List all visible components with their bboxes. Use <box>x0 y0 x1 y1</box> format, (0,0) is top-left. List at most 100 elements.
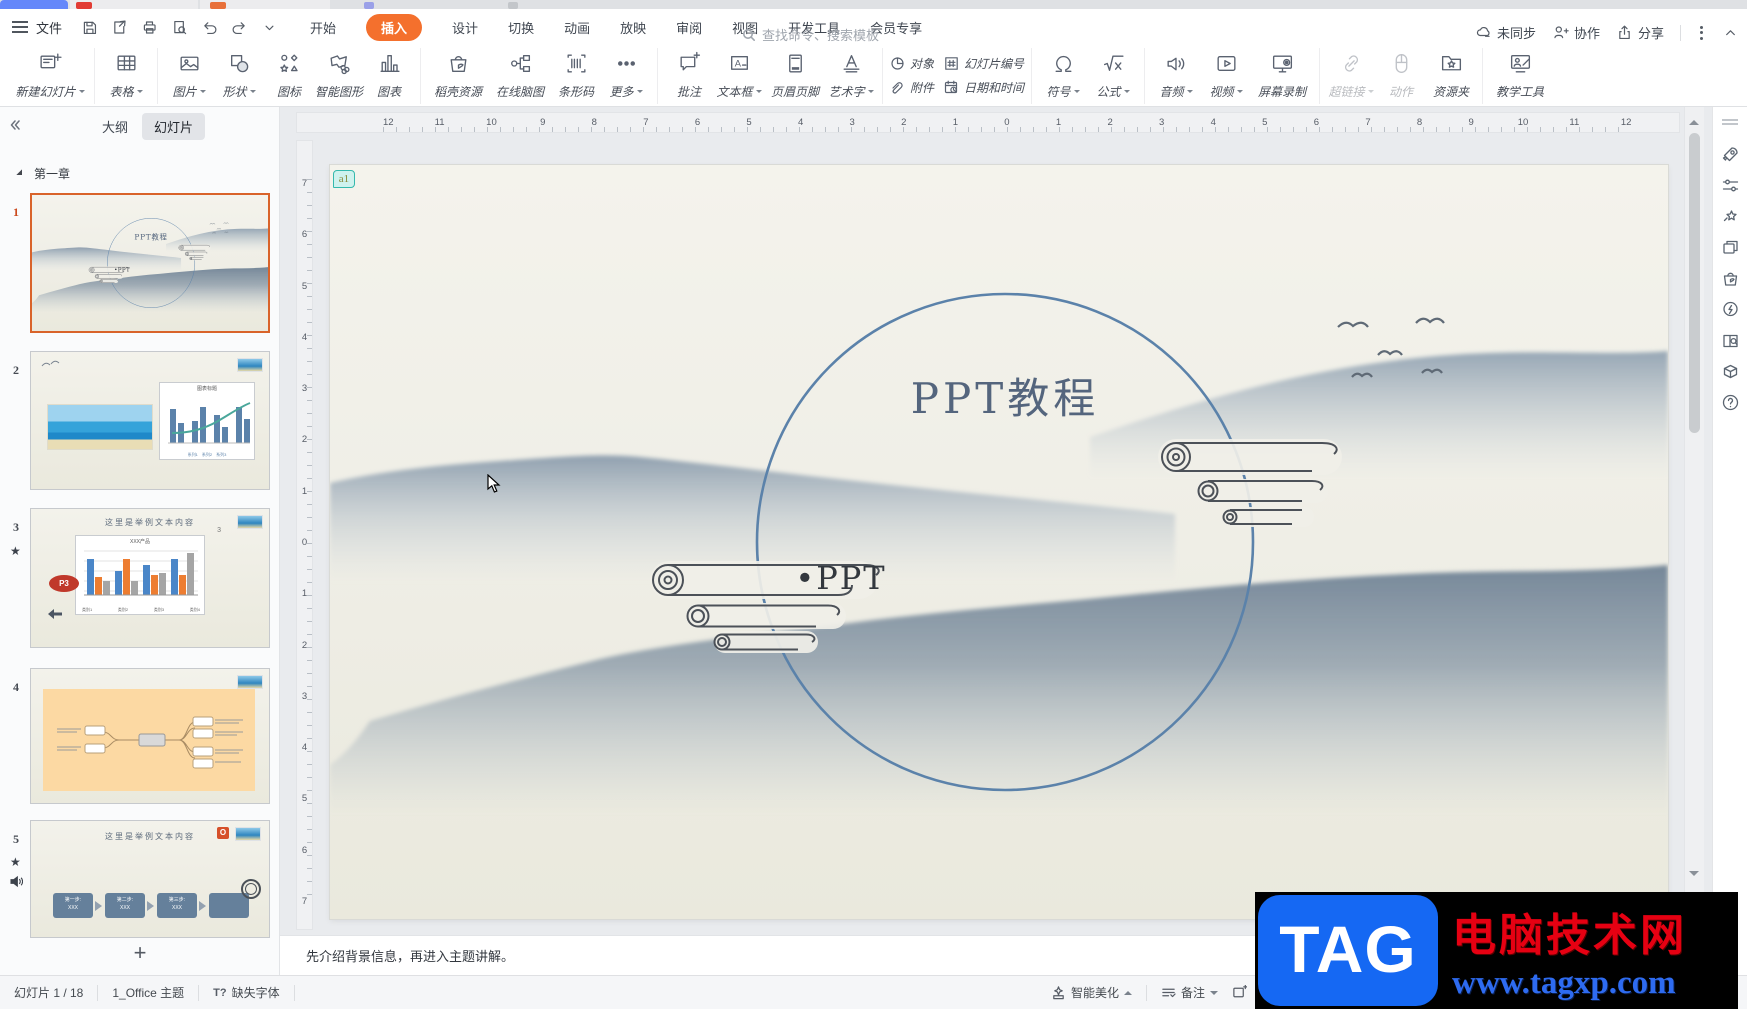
add-slide-button[interactable]: + <box>118 939 162 969</box>
slide-number: 1 <box>13 205 19 219</box>
sidebar-drag-handle[interactable] <box>1722 119 1738 125</box>
horizontal-ruler[interactable]: 12 11 10 9 8 7 6 5 4 3 2 1 0 1 2 3 4 5 6 7 8 9 10 11 12 <box>296 112 1680 133</box>
slide-number: 5 <box>13 832 19 846</box>
slide-canvas[interactable]: a1 <box>330 165 1668 919</box>
header-footer-button[interactable]: 页眉页脚 <box>765 49 825 103</box>
action-button[interactable]: 动作 <box>1377 49 1425 103</box>
theme-name[interactable]: 1_Office 主题 <box>112 984 184 1001</box>
docer-panel-button[interactable] <box>1721 269 1740 288</box>
slide-layout-button[interactable] <box>1721 238 1740 257</box>
animation-star-icon: ★ <box>10 544 21 558</box>
command-search[interactable]: 查找命令、搜索模板 <box>742 25 879 44</box>
undo-icon <box>203 21 216 34</box>
table-icon <box>114 51 139 81</box>
scroll-down-icon[interactable] <box>1689 871 1699 881</box>
folder-star-icon <box>1439 51 1464 81</box>
save-button[interactable] <box>76 15 102 39</box>
picture-button[interactable]: 图片 <box>165 49 213 103</box>
smart-beautify-button[interactable]: 智能美化 <box>1051 984 1132 1001</box>
tab-outline[interactable]: 大纲 <box>90 113 140 140</box>
new-note-button[interactable] <box>1232 985 1247 1000</box>
symbol-button[interactable]: 符号 <box>1039 49 1087 103</box>
share-icon <box>1619 25 1630 40</box>
more-insert-button[interactable]: 更多 <box>602 49 650 103</box>
material-box-button[interactable] <box>1721 362 1740 381</box>
tab-insert[interactable]: 插入 <box>366 13 423 41</box>
section-header[interactable]: 第一章 <box>16 165 70 182</box>
slide-thumbnail-4[interactable] <box>30 668 270 804</box>
sync-status-button[interactable]: 未同步 <box>1475 23 1536 42</box>
wordart-button[interactable]: 艺术字 <box>827 49 875 103</box>
barcode-button[interactable]: 条形码 <box>552 49 600 103</box>
video-button[interactable]: 视频 <box>1202 49 1250 103</box>
shapes-button[interactable]: 形状 <box>215 49 263 103</box>
undo-button[interactable] <box>196 15 222 39</box>
chart-icon <box>377 51 402 81</box>
resource-folder-button[interactable]: 资源夹 <box>1427 49 1475 103</box>
collapse-panel-button[interactable] <box>8 118 22 135</box>
hyperlink-button[interactable]: 超链接 <box>1327 49 1375 103</box>
window-tab-strip <box>0 0 1747 9</box>
one-key-beautify-button[interactable] <box>1721 207 1740 226</box>
scroll-up-icon[interactable] <box>1689 115 1699 125</box>
missing-font-button[interactable]: T? 缺失字体 <box>213 984 279 1001</box>
slide-thumbnail-2[interactable]: 图表标题 系列1 系列2 系列3 <box>30 351 270 490</box>
object-properties-button[interactable] <box>1721 176 1740 195</box>
scrollbar-thumb[interactable] <box>1689 133 1700 433</box>
new-slide-button[interactable]: 新建幻灯片 <box>13 49 87 103</box>
audio-button[interactable]: 音频 <box>1152 49 1200 103</box>
online-mindmap-button[interactable]: 在线脑图 <box>490 49 550 103</box>
tab-design[interactable]: 设计 <box>452 18 478 37</box>
lightbulb-flash-icon <box>1723 301 1738 317</box>
insert-object-button[interactable]: 对象 <box>890 55 934 72</box>
more-options-button[interactable] <box>1697 25 1706 40</box>
chart-button[interactable]: 图表 <box>365 49 413 103</box>
tab-home[interactable]: 开始 <box>310 18 336 37</box>
textbox-button[interactable]: A 文本框 <box>715 49 763 103</box>
notes-toggle-button[interactable]: 备注 <box>1161 984 1218 1001</box>
screen-record-button[interactable]: 屏幕录制 <box>1252 49 1312 103</box>
watermark-site-name: 电脑技术网 <box>1452 911 1687 960</box>
smartart-button[interactable]: 智能图形 <box>315 49 363 103</box>
redo-button[interactable] <box>226 15 252 39</box>
collapse-ribbon-button[interactable] <box>1722 24 1739 41</box>
tab-transition[interactable]: 切换 <box>508 18 534 37</box>
slide-thumbnail-1[interactable] <box>30 193 270 333</box>
comment-button[interactable]: 批注 <box>665 49 713 103</box>
print-preview-button[interactable] <box>166 15 192 39</box>
tab-review[interactable]: 审阅 <box>676 18 702 37</box>
export-icon <box>113 20 126 34</box>
audio-comment-badge[interactable]: a1 <box>333 170 355 188</box>
slide-number-button[interactable]: 幻灯片编号 <box>944 55 1024 72</box>
wordart-icon <box>839 51 864 81</box>
file-menu[interactable]: 文件 <box>36 18 62 37</box>
print-button[interactable] <box>136 15 162 39</box>
teaching-tools-button[interactable]: 教学工具 <box>1490 49 1550 103</box>
window-tab-home[interactable] <box>0 0 68 9</box>
collaborate-button[interactable]: 协作 <box>1552 23 1600 42</box>
vertical-scrollbar[interactable] <box>1684 107 1704 935</box>
date-time-button[interactable]: 日期和时间 <box>944 79 1024 96</box>
tab-slides[interactable]: 幻灯片 <box>142 112 206 140</box>
smart-design-button[interactable] <box>1721 145 1740 164</box>
magic-star-icon <box>1723 210 1737 222</box>
reference-button[interactable] <box>1721 331 1740 350</box>
tab-animation[interactable]: 动画 <box>564 18 590 37</box>
share-button[interactable]: 分享 <box>1616 23 1664 42</box>
customize-toolbar-button[interactable] <box>256 15 282 39</box>
search-icon <box>743 28 755 41</box>
table-button[interactable]: 表格 <box>102 49 150 103</box>
vertical-ruler[interactable]: 765432101234567 <box>296 140 313 930</box>
slide-thumbnail-5[interactable]: 这里是举例文本内容 O 第一步: XXX 第二步: XXX 第三步: XXX <box>30 820 270 938</box>
insert-attachment-button[interactable]: 附件 <box>890 79 934 96</box>
export-button[interactable] <box>106 15 132 39</box>
template-logo <box>235 827 261 841</box>
help-button[interactable] <box>1721 393 1740 412</box>
icon-library-button[interactable]: 图标 <box>265 49 313 103</box>
inspiration-button[interactable] <box>1721 300 1740 319</box>
hamburger-menu-icon[interactable] <box>12 21 28 33</box>
tab-slideshow[interactable]: 放映 <box>620 18 646 37</box>
docer-resources-button[interactable]: 稻壳资源 <box>428 49 488 103</box>
slide-thumbnail-3[interactable]: 这里是举例文本内容 3 XXX产品 类别1 类别2 类别3 类别4 P3 <box>30 508 270 648</box>
formula-button[interactable]: 公式 <box>1089 49 1137 103</box>
